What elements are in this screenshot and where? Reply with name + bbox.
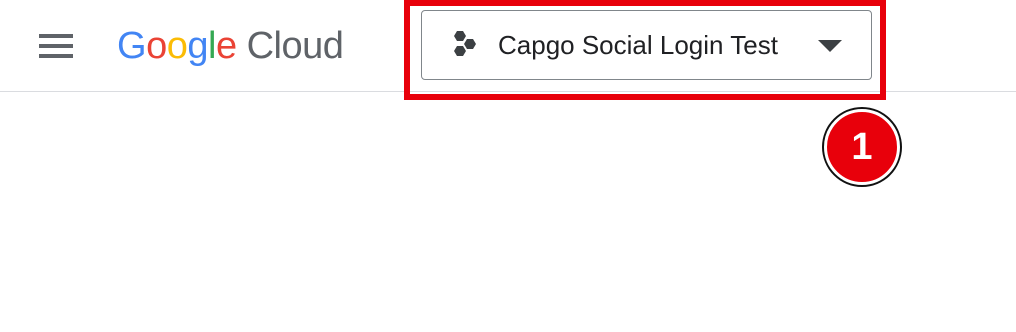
google-cloud-logo[interactable]: Google Cloud [117,22,344,70]
logo-letter: G [117,25,147,67]
step-number-badge: 1 [824,109,900,185]
step-number: 1 [851,125,873,168]
project-picker-label: Capgo Social Login Test [498,30,778,60]
logo-letter: o [166,25,188,67]
logo-letter: e [215,25,237,67]
hamburger-menu-icon [39,34,73,58]
page: Google Cloud Capgo Social Login Test 1 [0,0,1016,332]
main-menu-button[interactable] [34,26,78,66]
logo-letter: l [207,25,216,67]
logo-letter: o [146,25,167,67]
project-hexagons-icon [454,31,476,56]
logo-letter: g [187,25,208,67]
dropdown-caret-icon [818,40,842,52]
top-app-bar: Google Cloud Capgo Social Login Test [0,0,1016,92]
logo-product-name: Cloud [246,25,344,67]
